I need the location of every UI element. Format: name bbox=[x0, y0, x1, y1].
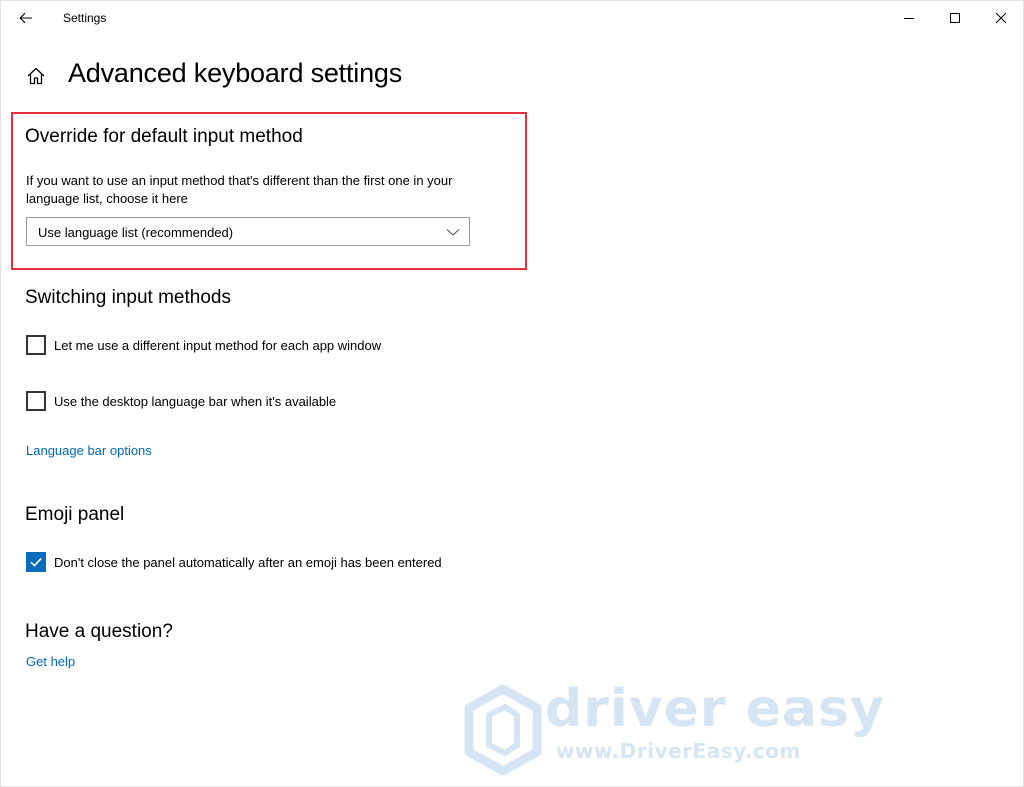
watermark-brand: driver easy bbox=[545, 679, 885, 739]
watermark: driver easy www.DriverEasy.com bbox=[463, 679, 884, 775]
back-button[interactable] bbox=[9, 3, 43, 33]
window-title: Settings bbox=[63, 11, 107, 25]
help-heading: Have a question? bbox=[25, 621, 173, 642]
checkbox-emoji-panel[interactable]: Don't close the panel automatically afte… bbox=[26, 552, 442, 572]
checkbox-box[interactable] bbox=[26, 335, 46, 355]
maximize-icon bbox=[950, 13, 960, 23]
switching-heading: Switching input methods bbox=[25, 287, 231, 308]
maximize-button[interactable] bbox=[932, 1, 978, 35]
checkbox-label: Let me use a different input method for … bbox=[54, 337, 382, 353]
get-help-link[interactable]: Get help bbox=[26, 654, 75, 669]
watermark-url: www.DriverEasy.com bbox=[556, 739, 801, 763]
checkbox-label: Don't close the panel automatically afte… bbox=[54, 554, 442, 570]
home-button[interactable] bbox=[23, 63, 49, 89]
language-bar-options-link[interactable]: Language bar options bbox=[26, 443, 152, 458]
checkbox-box[interactable] bbox=[26, 391, 46, 411]
driver-easy-logo-icon bbox=[464, 685, 542, 775]
checkbox-box[interactable] bbox=[26, 552, 46, 572]
input-method-dropdown[interactable]: Use language list (recommended) bbox=[26, 217, 470, 246]
checkmark-icon bbox=[30, 557, 42, 567]
checkbox-label: Use the desktop language bar when it's a… bbox=[54, 393, 337, 409]
minimize-button[interactable] bbox=[886, 1, 932, 35]
chevron-down-icon bbox=[446, 229, 460, 236]
page-title: Advanced keyboard settings bbox=[68, 58, 403, 88]
minimize-icon bbox=[904, 18, 914, 19]
override-heading: Override for default input method bbox=[25, 126, 303, 147]
close-button[interactable] bbox=[978, 1, 1023, 35]
checkbox-desktop-language-bar[interactable]: Use the desktop language bar when it's a… bbox=[26, 391, 336, 411]
emoji-heading: Emoji panel bbox=[25, 504, 125, 525]
dropdown-selected-value: Use language list (recommended) bbox=[38, 225, 234, 240]
checkbox-per-app-input[interactable]: Let me use a different input method for … bbox=[26, 335, 381, 355]
close-icon bbox=[995, 12, 1007, 24]
settings-window: Settings Advanced keyboard settings Over… bbox=[0, 0, 1024, 787]
override-description: If you want to use an input method that'… bbox=[26, 173, 453, 206]
arrow-left-icon bbox=[19, 12, 32, 24]
title-bar: Settings bbox=[1, 1, 1023, 35]
home-icon bbox=[27, 67, 45, 85]
